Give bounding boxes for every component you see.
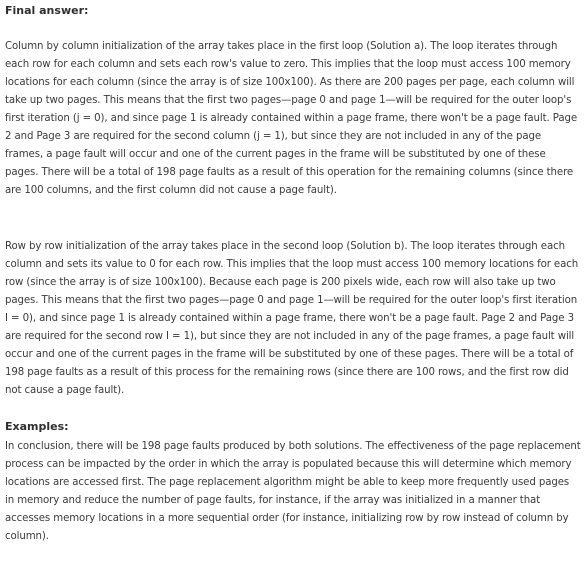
solution-b-paragraph: Row by row initialization of the array t… (5, 241, 579, 396)
answer-document: Final answer: Column by column initializ… (5, 4, 581, 546)
final-answer-heading: Final answer: (5, 4, 89, 17)
examples-heading: Examples: (5, 420, 69, 433)
solution-a-paragraph: Column by column initialization of the a… (5, 41, 578, 196)
examples-paragraph: In conclusion, there will be 198 page fa… (5, 441, 581, 542)
